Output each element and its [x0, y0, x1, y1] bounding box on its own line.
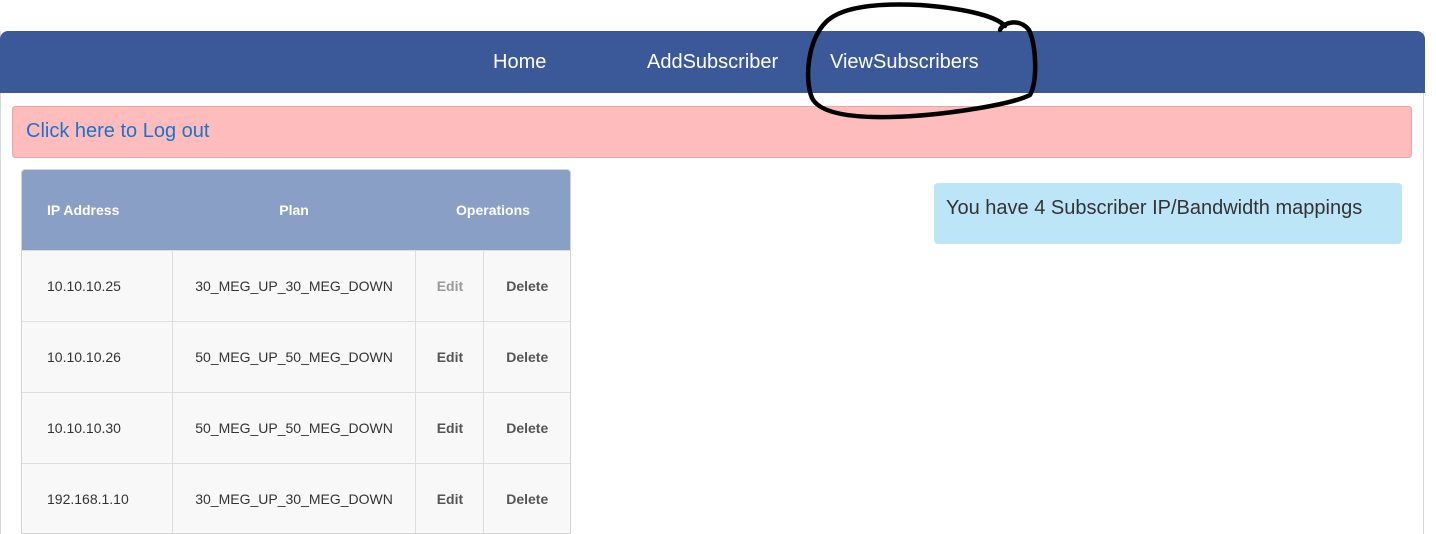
- nav-add-subscriber[interactable]: AddSubscriber: [647, 31, 778, 93]
- subscribers-table: IP Address Plan Operations 10.10.10.25 3…: [21, 169, 571, 534]
- cell-ip: 10.10.10.30: [22, 391, 173, 463]
- top-navbar: Home AddSubscriber ViewSubscribers: [0, 31, 1425, 93]
- table-row: 192.168.1.10 30_MEG_UP_30_MEG_DOWN Edit …: [22, 462, 570, 533]
- delete-button[interactable]: Delete: [506, 491, 548, 507]
- header-plan: Plan: [279, 201, 309, 218]
- table-header-row: IP Address Plan Operations: [22, 170, 570, 250]
- cell-ip: 10.10.10.26: [22, 320, 173, 392]
- edit-button[interactable]: Edit: [437, 491, 463, 507]
- cell-plan: 30_MEG_UP_30_MEG_DOWN: [172, 249, 417, 321]
- logout-link[interactable]: Click here to Log out: [26, 120, 209, 143]
- edit-button[interactable]: Edit: [437, 349, 463, 365]
- header-ip-address: IP Address: [47, 201, 120, 218]
- cell-ip: 10.10.10.25: [22, 249, 173, 321]
- mapping-count-info: You have 4 Subscriber IP/Bandwidth mappi…: [934, 183, 1402, 244]
- delete-button[interactable]: Delete: [506, 349, 548, 365]
- delete-button[interactable]: Delete: [506, 420, 548, 436]
- cell-plan: 50_MEG_UP_50_MEG_DOWN: [172, 391, 417, 463]
- nav-home[interactable]: Home: [493, 31, 546, 93]
- cell-ip: 192.168.1.10: [22, 462, 173, 533]
- table-row: 10.10.10.25 30_MEG_UP_30_MEG_DOWN Edit D…: [22, 249, 570, 321]
- table-row: 10.10.10.30 50_MEG_UP_50_MEG_DOWN Edit D…: [22, 391, 570, 463]
- cell-plan: 50_MEG_UP_50_MEG_DOWN: [172, 320, 417, 392]
- logout-alert: Click here to Log out: [12, 106, 1412, 158]
- delete-button[interactable]: Delete: [506, 278, 548, 294]
- edit-button[interactable]: Edit: [437, 420, 463, 436]
- table-row: 10.10.10.26 50_MEG_UP_50_MEG_DOWN Edit D…: [22, 320, 570, 392]
- cell-plan: 30_MEG_UP_30_MEG_DOWN: [172, 462, 417, 533]
- edit-button[interactable]: Edit: [437, 278, 463, 294]
- nav-view-subscribers[interactable]: ViewSubscribers: [830, 31, 979, 93]
- header-operations: Operations: [456, 201, 530, 218]
